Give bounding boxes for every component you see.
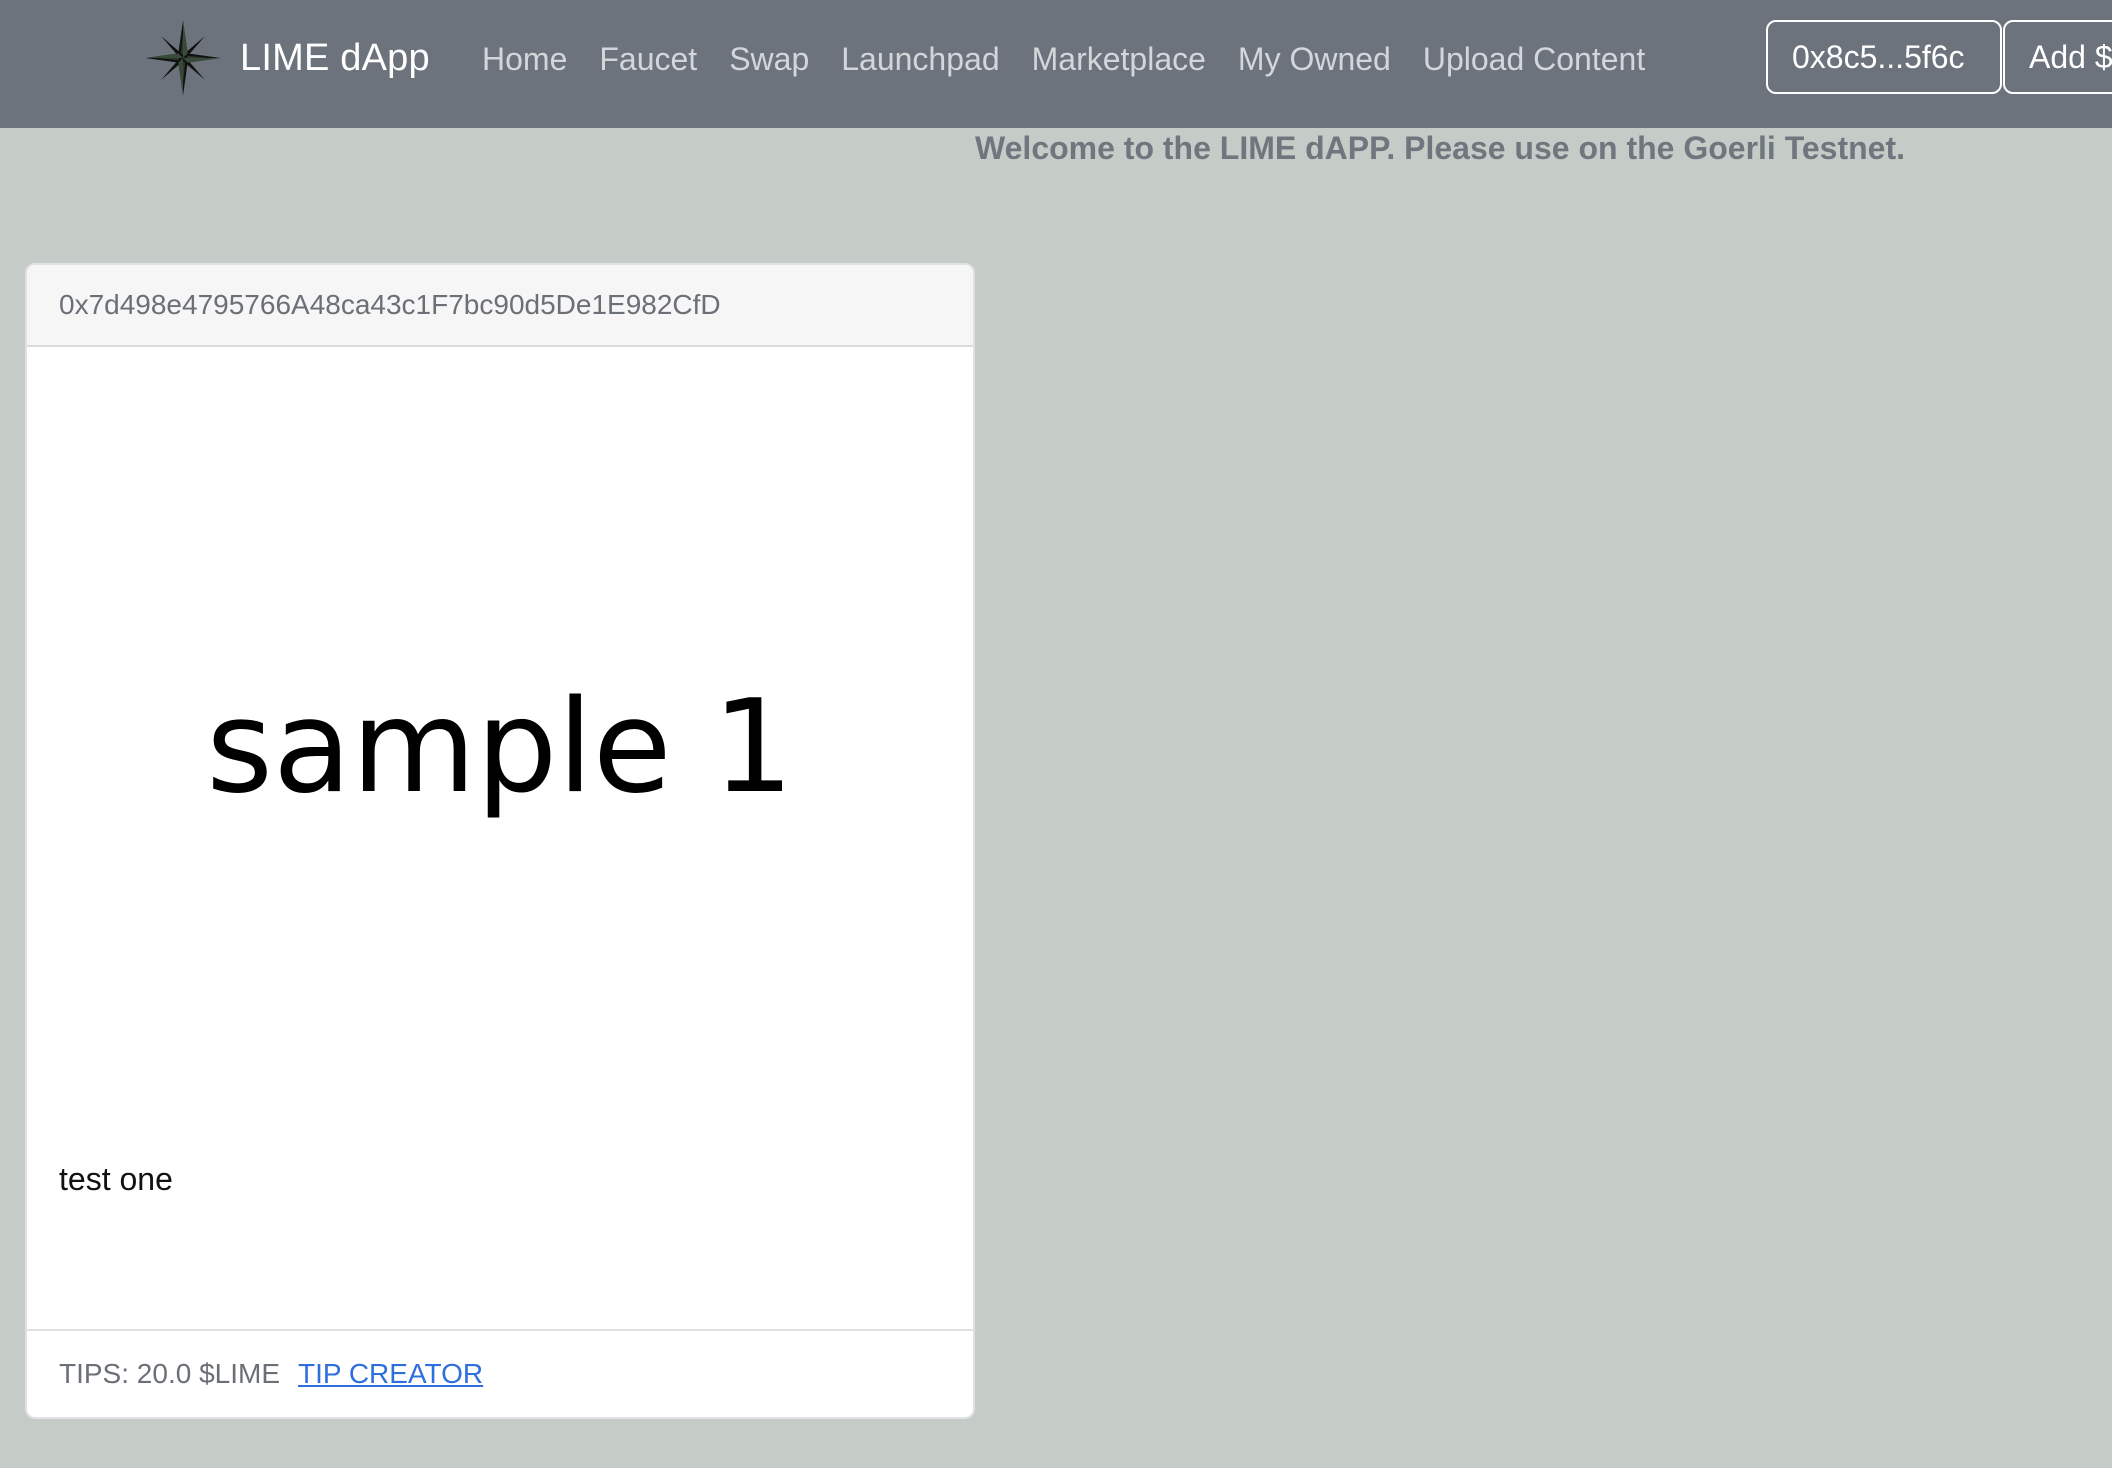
content-image-text: sample 1	[206, 672, 794, 822]
nav-link-marketplace[interactable]: Marketplace	[1016, 38, 1222, 80]
wallet-address-button[interactable]: 0x8c5...5f6c	[1766, 20, 2002, 94]
content-title: test one	[59, 1161, 173, 1197]
brand[interactable]: LIME dApp	[144, 18, 430, 98]
nav-link-home[interactable]: Home	[482, 38, 583, 80]
brand-name: LIME dApp	[240, 36, 430, 79]
compass-star-logo-icon	[145, 20, 221, 96]
nav-link-faucet[interactable]: Faucet	[583, 38, 713, 80]
welcome-message: Welcome to the LIME dAPP. Please use on …	[975, 130, 1905, 166]
tips-label: TIPS: 20.0 $LIME	[59, 1358, 280, 1389]
nav-link-launchpad[interactable]: Launchpad	[825, 38, 1015, 80]
content-card: 0x7d498e4795766A48ca43c1F7bc90d5De1E982C…	[25, 263, 975, 1419]
nav-links: Home Faucet Swap Launchpad Marketplace M…	[482, 38, 1661, 80]
nav-link-my-owned[interactable]: My Owned	[1222, 38, 1407, 80]
add-token-button[interactable]: Add $LIME	[2003, 20, 2112, 94]
card-footer: TIPS: 20.0 $LIME TIP CREATOR	[27, 1329, 973, 1417]
creator-address: 0x7d498e4795766A48ca43c1F7bc90d5De1E982C…	[27, 265, 973, 347]
nav-link-swap[interactable]: Swap	[713, 38, 825, 80]
nav-link-upload-content[interactable]: Upload Content	[1407, 38, 1661, 80]
tip-creator-link[interactable]: TIP CREATOR	[298, 1358, 483, 1390]
content-image: sample 1	[27, 347, 973, 1147]
top-navbar: LIME dApp Home Faucet Swap Launchpad Mar…	[0, 0, 2112, 128]
